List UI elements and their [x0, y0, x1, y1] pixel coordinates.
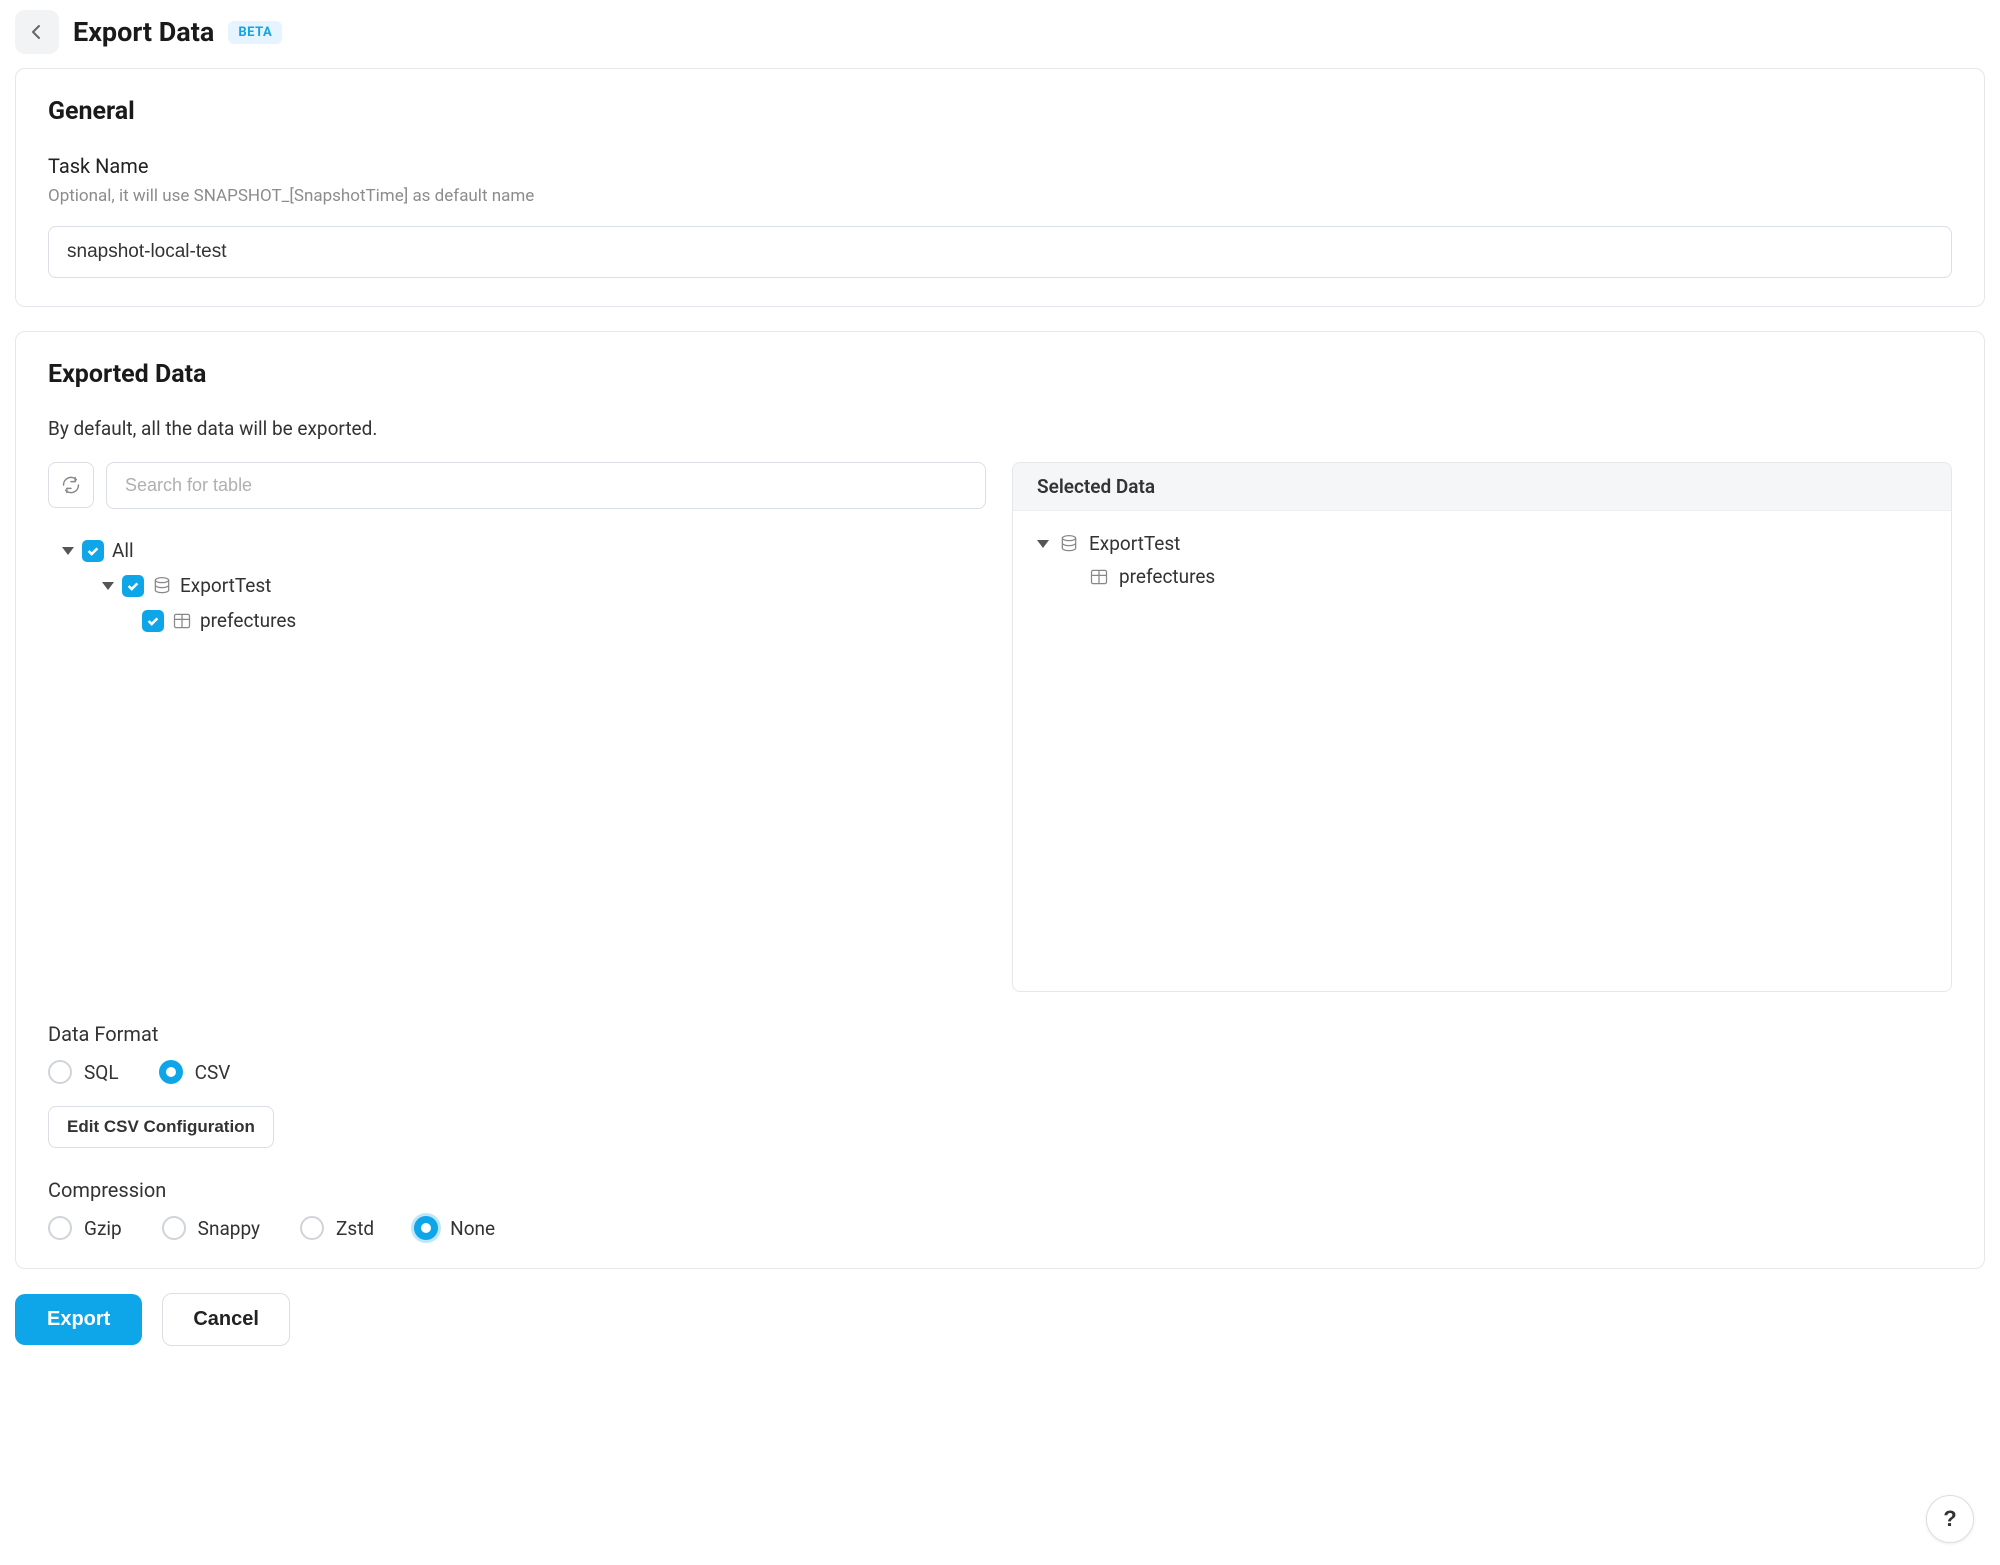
checkbox-all[interactable] [82, 540, 104, 562]
radio-gzip-label: Gzip [84, 1217, 122, 1240]
tree-all-label: All [112, 539, 134, 562]
page-header: Export Data BETA [15, 0, 1985, 68]
radio-csv[interactable]: CSV [159, 1060, 231, 1084]
data-format-group: SQL CSV [48, 1060, 1952, 1084]
caret-down-icon[interactable] [62, 547, 74, 555]
general-card: General Task Name Optional, it will use … [15, 68, 1985, 307]
selected-table-row[interactable]: prefectures [1037, 560, 1927, 593]
compression-label: Compression [48, 1178, 1952, 1202]
back-button[interactable] [15, 10, 59, 54]
radio-circle-icon [162, 1216, 186, 1240]
chevron-left-icon [29, 24, 45, 40]
table-selector-pane: All ExportTest [48, 462, 986, 992]
tree-table-label: prefectures [200, 609, 296, 632]
selected-data-pane: Selected Data ExportTest prefectures [1012, 462, 1952, 992]
radio-zstd-label: Zstd [336, 1217, 374, 1240]
radio-none-label: None [450, 1217, 495, 1240]
radio-circle-icon [300, 1216, 324, 1240]
task-name-input[interactable] [48, 226, 1952, 278]
caret-down-icon[interactable] [102, 582, 114, 590]
radio-circle-checked-icon [159, 1060, 183, 1084]
database-icon [152, 576, 172, 596]
tree-row-db[interactable]: ExportTest [48, 568, 986, 603]
export-button[interactable]: Export [15, 1294, 142, 1345]
search-input[interactable] [106, 462, 986, 509]
database-icon [1059, 534, 1079, 554]
radio-gzip[interactable]: Gzip [48, 1216, 122, 1240]
task-name-label: Task Name [48, 154, 1952, 178]
radio-circle-checked-icon [414, 1216, 438, 1240]
beta-badge: BETA [228, 21, 282, 44]
radio-zstd[interactable]: Zstd [300, 1216, 374, 1240]
radio-snappy-label: Snappy [198, 1217, 260, 1240]
refresh-button[interactable] [48, 462, 94, 508]
radio-none[interactable]: None [414, 1216, 495, 1240]
table-tree: All ExportTest [48, 523, 986, 838]
caret-down-icon[interactable] [1037, 540, 1049, 548]
table-icon [1089, 567, 1109, 587]
refresh-icon [61, 475, 81, 495]
selected-db-label: ExportTest [1089, 532, 1180, 555]
selected-data-header: Selected Data [1013, 463, 1951, 511]
exported-data-description: By default, all the data will be exporte… [48, 417, 1952, 440]
data-format-label: Data Format [48, 1022, 1952, 1046]
cancel-button[interactable]: Cancel [162, 1293, 290, 1346]
table-icon [172, 611, 192, 631]
general-title: General [48, 97, 1952, 126]
task-name-helper: Optional, it will use SNAPSHOT_[Snapshot… [48, 186, 1952, 206]
exported-data-title: Exported Data [48, 360, 1952, 389]
checkbox-db[interactable] [122, 575, 144, 597]
compression-group: Gzip Snappy Zstd None [48, 1216, 1952, 1240]
radio-csv-label: CSV [195, 1061, 231, 1084]
tree-db-label: ExportTest [180, 574, 271, 597]
radio-circle-icon [48, 1060, 72, 1084]
exported-data-card: Exported Data By default, all the data w… [15, 331, 1985, 1269]
checkbox-table[interactable] [142, 610, 164, 632]
radio-snappy[interactable]: Snappy [162, 1216, 260, 1240]
page-title: Export Data [73, 16, 214, 48]
edit-csv-button[interactable]: Edit CSV Configuration [48, 1106, 274, 1148]
radio-circle-icon [48, 1216, 72, 1240]
selected-table-label: prefectures [1119, 565, 1215, 588]
help-button[interactable]: ? [1926, 1495, 1974, 1543]
tree-row-all[interactable]: All [48, 533, 986, 568]
footer-actions: Export Cancel [15, 1293, 1985, 1346]
radio-sql-label: SQL [84, 1061, 119, 1084]
radio-sql[interactable]: SQL [48, 1060, 119, 1084]
selected-db-row[interactable]: ExportTest [1037, 527, 1927, 560]
tree-row-table[interactable]: prefectures [48, 603, 986, 638]
